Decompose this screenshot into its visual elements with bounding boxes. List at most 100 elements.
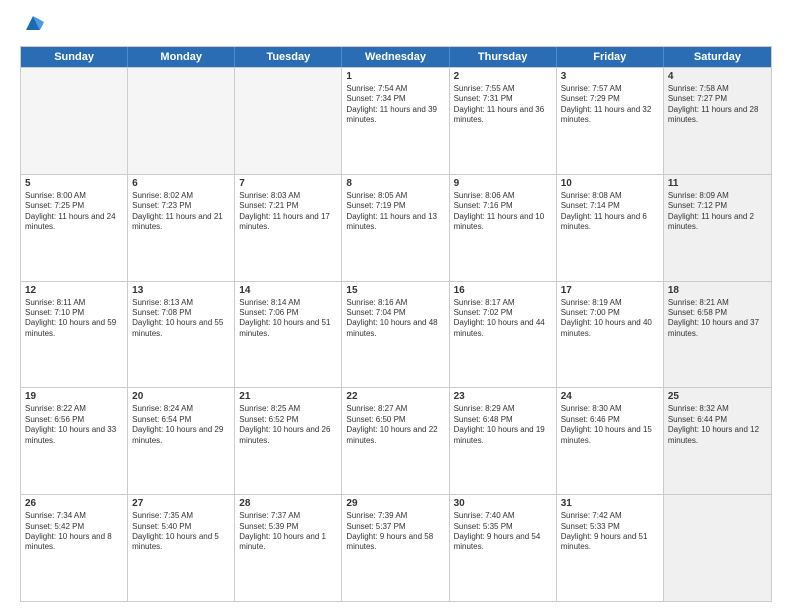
daylight-text: Daylight: 10 hours and 48 minutes. xyxy=(346,318,444,339)
sunrise-text: Sunrise: 7:58 AM xyxy=(668,84,767,94)
calendar-cell: 11Sunrise: 8:09 AMSunset: 7:12 PMDayligh… xyxy=(664,175,771,281)
daylight-text: Daylight: 10 hours and 37 minutes. xyxy=(668,318,767,339)
day-number: 31 xyxy=(561,498,659,509)
sunset-text: Sunset: 6:44 PM xyxy=(668,415,767,425)
sunset-text: Sunset: 7:29 PM xyxy=(561,94,659,104)
sunset-text: Sunset: 6:52 PM xyxy=(239,415,337,425)
daylight-text: Daylight: 11 hours and 6 minutes. xyxy=(561,212,659,233)
sunrise-text: Sunrise: 8:27 AM xyxy=(346,404,444,414)
header xyxy=(20,16,772,38)
sunrise-text: Sunrise: 7:39 AM xyxy=(346,511,444,521)
daylight-text: Daylight: 10 hours and 29 minutes. xyxy=(132,425,230,446)
day-number: 21 xyxy=(239,391,337,402)
sunrise-text: Sunrise: 8:16 AM xyxy=(346,298,444,308)
sunrise-text: Sunrise: 7:34 AM xyxy=(25,511,123,521)
daylight-text: Daylight: 10 hours and 22 minutes. xyxy=(346,425,444,446)
calendar-cell: 10Sunrise: 8:08 AMSunset: 7:14 PMDayligh… xyxy=(557,175,664,281)
day-number: 22 xyxy=(346,391,444,402)
daylight-text: Daylight: 10 hours and 51 minutes. xyxy=(239,318,337,339)
daylight-text: Daylight: 11 hours and 13 minutes. xyxy=(346,212,444,233)
day-number: 18 xyxy=(668,285,767,296)
day-number: 2 xyxy=(454,71,552,82)
calendar-header-thursday: Thursday xyxy=(450,47,557,67)
calendar-cell: 22 Sunrise: 8:27 AMSunset: 6:50 PMDayligh… xyxy=(342,388,449,494)
sunset-text: Sunset: 7:23 PM xyxy=(132,201,230,211)
daylight-text: Daylight: 11 hours and 39 minutes. xyxy=(346,105,444,126)
sunrise-text: Sunrise: 8:19 AM xyxy=(561,298,659,308)
calendar-header-monday: Monday xyxy=(128,47,235,67)
daylight-text: Daylight: 11 hours and 36 minutes. xyxy=(454,105,552,126)
sunset-text: Sunset: 5:33 PM xyxy=(561,522,659,532)
calendar-body: 1Sunrise: 7:54 AMSunset: 7:34 PMDaylight… xyxy=(21,67,771,601)
day-number: 13 xyxy=(132,285,230,296)
daylight-text: Daylight: 9 hours and 58 minutes. xyxy=(346,532,444,553)
sunrise-text: Sunrise: 8:29 AM xyxy=(454,404,552,414)
daylight-text: Daylight: 10 hours and 40 minutes. xyxy=(561,318,659,339)
calendar-cell xyxy=(235,68,342,174)
daylight-text: Daylight: 11 hours and 32 minutes. xyxy=(561,105,659,126)
daylight-text: Daylight: 10 hours and 44 minutes. xyxy=(454,318,552,339)
sunset-text: Sunset: 6:58 PM xyxy=(668,308,767,318)
sunset-text: Sunset: 6:50 PM xyxy=(346,415,444,425)
day-number: 14 xyxy=(239,285,337,296)
sunset-text: Sunset: 5:35 PM xyxy=(454,522,552,532)
calendar-cell: 12Sunrise: 8:11 AMSunset: 7:10 PMDayligh… xyxy=(21,282,128,388)
daylight-text: Daylight: 11 hours and 24 minutes. xyxy=(25,212,123,233)
page: SundayMondayTuesdayWednesdayThursdayFrid… xyxy=(0,0,792,612)
sunset-text: Sunset: 5:42 PM xyxy=(25,522,123,532)
day-number: 8 xyxy=(346,178,444,189)
day-number: 25 xyxy=(668,391,767,402)
sunset-text: Sunset: 5:40 PM xyxy=(132,522,230,532)
sunrise-text: Sunrise: 8:05 AM xyxy=(346,191,444,201)
daylight-text: Daylight: 10 hours and 5 minutes. xyxy=(132,532,230,553)
day-number: 4 xyxy=(668,71,767,82)
sunset-text: Sunset: 6:48 PM xyxy=(454,415,552,425)
calendar-cell: 15Sunrise: 8:16 AMSunset: 7:04 PMDayligh… xyxy=(342,282,449,388)
calendar-cell xyxy=(664,495,771,601)
sunrise-text: Sunrise: 8:30 AM xyxy=(561,404,659,414)
calendar: SundayMondayTuesdayWednesdayThursdayFrid… xyxy=(20,46,772,602)
day-number: 19 xyxy=(25,391,123,402)
calendar-cell: 29Sunrise: 7:39 AMSunset: 5:37 PMDayligh… xyxy=(342,495,449,601)
calendar-cell: 31Sunrise: 7:42 AMSunset: 5:33 PMDayligh… xyxy=(557,495,664,601)
day-number: 24 xyxy=(561,391,659,402)
sunrise-text: Sunrise: 8:11 AM xyxy=(25,298,123,308)
calendar-header-row: SundayMondayTuesdayWednesdayThursdayFrid… xyxy=(21,47,771,67)
calendar-cell: 1Sunrise: 7:54 AMSunset: 7:34 PMDaylight… xyxy=(342,68,449,174)
sunset-text: Sunset: 7:14 PM xyxy=(561,201,659,211)
day-number: 11 xyxy=(668,178,767,189)
sunset-text: Sunset: 6:56 PM xyxy=(25,415,123,425)
daylight-text: Daylight: 10 hours and 55 minutes. xyxy=(132,318,230,339)
sunrise-text: Sunrise: 8:00 AM xyxy=(25,191,123,201)
calendar-header-saturday: Saturday xyxy=(664,47,771,67)
daylight-text: Daylight: 9 hours and 54 minutes. xyxy=(454,532,552,553)
day-number: 6 xyxy=(132,178,230,189)
daylight-text: Daylight: 10 hours and 33 minutes. xyxy=(25,425,123,446)
sunrise-text: Sunrise: 8:06 AM xyxy=(454,191,552,201)
calendar-cell xyxy=(21,68,128,174)
sunrise-text: Sunrise: 8:14 AM xyxy=(239,298,337,308)
daylight-text: Daylight: 11 hours and 28 minutes. xyxy=(668,105,767,126)
calendar-cell: 8 Sunrise: 8:05 AMSunset: 7:19 PMDaylight… xyxy=(342,175,449,281)
sunrise-text: Sunrise: 8:08 AM xyxy=(561,191,659,201)
sunrise-text: Sunrise: 7:37 AM xyxy=(239,511,337,521)
day-number: 30 xyxy=(454,498,552,509)
daylight-text: Daylight: 11 hours and 17 minutes. xyxy=(239,212,337,233)
sunrise-text: Sunrise: 7:55 AM xyxy=(454,84,552,94)
day-number: 1 xyxy=(346,71,444,82)
sunrise-text: Sunrise: 8:02 AM xyxy=(132,191,230,201)
calendar-cell: 20Sunrise: 8:24 AMSunset: 6:54 PMDayligh… xyxy=(128,388,235,494)
day-number: 26 xyxy=(25,498,123,509)
calendar-cell: 26Sunrise: 7:34 AMSunset: 5:42 PMDayligh… xyxy=(21,495,128,601)
day-number: 28 xyxy=(239,498,337,509)
sunset-text: Sunset: 7:21 PM xyxy=(239,201,337,211)
calendar-cell: 21Sunrise: 8:25 AMSunset: 6:52 PMDayligh… xyxy=(235,388,342,494)
calendar-cell: 17Sunrise: 8:19 AMSunset: 7:00 PMDayligh… xyxy=(557,282,664,388)
sunset-text: Sunset: 7:19 PM xyxy=(346,201,444,211)
sunrise-text: Sunrise: 7:57 AM xyxy=(561,84,659,94)
sunset-text: Sunset: 7:10 PM xyxy=(25,308,123,318)
daylight-text: Daylight: 10 hours and 1 minute. xyxy=(239,532,337,553)
day-number: 9 xyxy=(454,178,552,189)
calendar-cell: 19Sunrise: 8:22 AMSunset: 6:56 PMDayligh… xyxy=(21,388,128,494)
calendar-cell: 28Sunrise: 7:37 AMSunset: 5:39 PMDayligh… xyxy=(235,495,342,601)
